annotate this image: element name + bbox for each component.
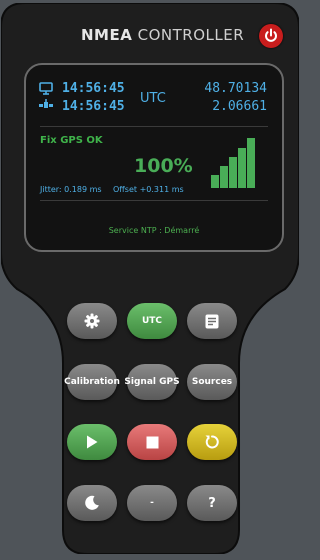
play-icon [87, 435, 98, 449]
calibration-button[interactable]: Calibration [64, 364, 120, 400]
signal-gps-button[interactable]: Signal GPS [124, 364, 180, 400]
settings-button[interactable] [67, 303, 117, 339]
fix-status: Fix GPS OK [40, 135, 103, 146]
gps-time: 14:56:45 [62, 99, 125, 114]
power-icon [265, 28, 277, 42]
dash-button[interactable]: - [127, 485, 177, 521]
app-title-light: CONTROLLER [137, 26, 245, 44]
restart-button[interactable] [187, 424, 237, 460]
help-button[interactable]: ? [187, 485, 237, 521]
status-display: 14:56:45 14:56:45 UTC 48.70134 2.06661 F… [24, 63, 284, 252]
timezone-label: UTC [140, 91, 166, 106]
sources-button[interactable]: Sources [187, 364, 237, 400]
remote-controller-device: NMEA CONTROLLER 14:56:45 14:56:45 UTC 48… [1, 3, 299, 554]
ntp-service-status: Service NTP : Démarré [108, 226, 200, 235]
play-button[interactable] [67, 424, 117, 460]
theme-button[interactable] [67, 485, 117, 521]
app-title-bold: NMEA [81, 26, 133, 44]
document-icon [205, 314, 219, 328]
latitude-value: 48.70134 [204, 81, 267, 96]
display-divider-bottom [40, 200, 268, 201]
stop-button[interactable] [127, 424, 177, 460]
display-divider-top [40, 126, 268, 127]
monitor-icon [39, 82, 53, 95]
satellite-icon [39, 99, 53, 108]
jitter-value: Jitter: 0.189 ms [40, 185, 102, 194]
signal-strength-icon [211, 138, 255, 188]
gear-icon [84, 313, 100, 329]
stop-icon [146, 436, 158, 448]
log-button[interactable] [187, 303, 237, 339]
offset-value: Offset +0.311 ms [113, 185, 184, 194]
utc-button[interactable]: UTC [127, 303, 177, 339]
restart-icon [205, 435, 219, 449]
longitude-value: 2.06661 [212, 99, 267, 114]
power-button[interactable] [259, 24, 283, 48]
signal-percent: 100% [134, 155, 193, 177]
app-title: NMEA CONTROLLER [81, 26, 244, 44]
moon-icon [85, 495, 99, 510]
system-time: 14:56:45 [62, 81, 125, 96]
